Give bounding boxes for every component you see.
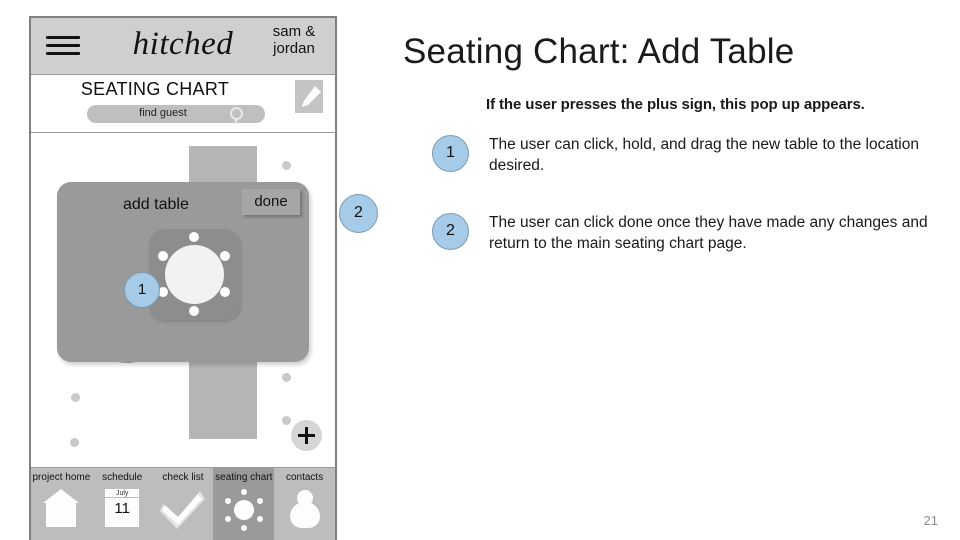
slide-title: Seating Chart: Add Table: [403, 32, 795, 71]
chair-dot: [282, 416, 291, 425]
find-guest-search-input[interactable]: find guest: [87, 105, 265, 124]
nav-item-schedule[interactable]: schedule July 11: [92, 468, 153, 540]
checkmark-icon: [159, 487, 206, 535]
callout-row-2: 2 The user can click done once they have…: [432, 213, 959, 254]
seat-dot: [220, 251, 230, 261]
chair-dot: [70, 438, 79, 447]
callout-badge-2: 2: [432, 213, 469, 250]
calendar-body: July 11: [105, 489, 140, 527]
chair-dot: [71, 393, 80, 402]
seating-chair: [256, 516, 263, 522]
nav-item-check-list[interactable]: check list: [153, 468, 214, 540]
person-icon: [282, 487, 328, 535]
user-name-line2: jordan: [273, 40, 315, 58]
home-icon: [38, 487, 84, 535]
seating-chair: [240, 525, 247, 531]
new-table-draggable[interactable]: [149, 229, 240, 320]
nav-label: contacts: [285, 472, 324, 483]
seating-chart-header: SEATING CHART find guest: [31, 75, 335, 133]
callout-badge-2-pointer[interactable]: 2: [339, 194, 378, 233]
home-roof: [43, 489, 80, 503]
calendar-month: July: [105, 489, 140, 498]
callout-row-1: 1 The user can click, hold, and drag the…: [432, 135, 959, 176]
popup-title: add table: [123, 196, 189, 213]
seat-dot: [189, 306, 199, 316]
intro-text: If the user presses the plus sign, this …: [486, 96, 865, 113]
chair-dot: [282, 373, 291, 382]
seat-dot: [158, 251, 168, 261]
nav-label: seating chart: [215, 472, 273, 483]
done-button[interactable]: done: [242, 189, 300, 215]
add-table-plus-button[interactable]: [291, 420, 322, 451]
bottom-navigation-bar: project home schedule July 11 check list: [31, 467, 335, 540]
page-title: SEATING CHART: [80, 79, 230, 99]
seating-chart-canvas[interactable]: add table done 1: [31, 133, 335, 460]
edit-button[interactable]: [295, 80, 323, 113]
seating-chair: [224, 516, 231, 522]
seating-chair: [224, 498, 231, 504]
calendar-icon: July 11: [99, 487, 145, 535]
callout-text-2: The user can click done once they have m…: [489, 214, 928, 252]
home-body: [46, 503, 77, 527]
nav-label: schedule: [102, 472, 143, 483]
nav-item-project-home[interactable]: project home: [31, 468, 92, 540]
search-icon: [230, 107, 243, 124]
person-body: [289, 502, 320, 528]
chair-dot: [282, 161, 291, 170]
seating-chair: [240, 489, 247, 495]
seating-table: [233, 500, 254, 520]
add-table-popup: add table done 1: [57, 182, 309, 362]
callout-badge-1-overlay[interactable]: 1: [124, 272, 160, 308]
seating-chart-icon: [221, 487, 267, 535]
seat-dot: [189, 232, 199, 242]
nav-item-contacts[interactable]: contacts: [274, 468, 335, 540]
seating-chair: [256, 498, 263, 504]
done-button-label: done: [254, 193, 288, 210]
calendar-day: 11: [114, 500, 130, 517]
nav-label: project home: [32, 472, 91, 483]
table-surface: [165, 245, 224, 304]
nav-item-seating-chart[interactable]: seating chart: [213, 468, 275, 540]
user-names: sam & jordan: [261, 23, 327, 58]
app-header-bar: hitched sam & jordan: [31, 18, 335, 75]
phone-mockup: hitched sam & jordan SEATING CHART find …: [29, 16, 337, 540]
nav-label: check list: [162, 472, 204, 483]
seat-dot: [220, 287, 230, 297]
page-number: 21: [923, 513, 938, 528]
callout-text-1: The user can click, hold, and drag the n…: [489, 136, 919, 174]
user-name-line1: sam &: [272, 23, 316, 40]
callout-badge-1: 1: [432, 135, 469, 172]
